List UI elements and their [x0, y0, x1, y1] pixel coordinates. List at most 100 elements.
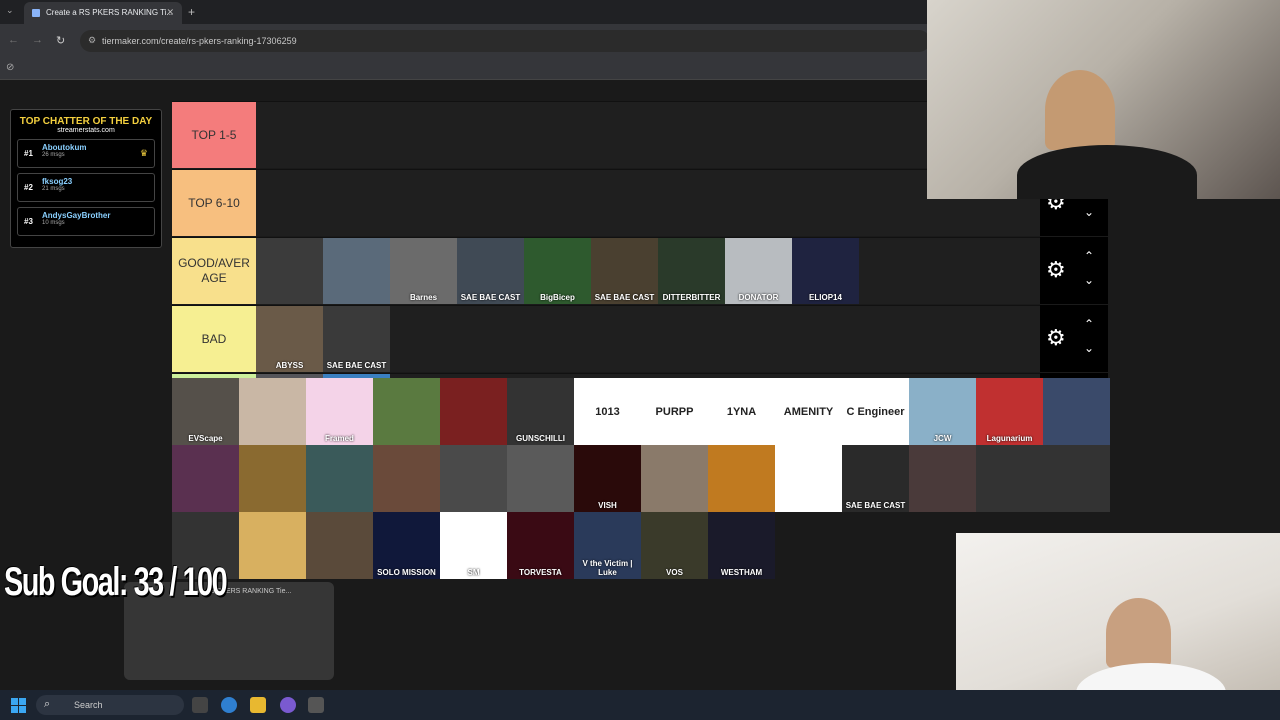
taskbar: ⌕ Search [0, 690, 1280, 720]
reload-icon[interactable]: ↻ [56, 34, 65, 47]
pool-item-thumbnail[interactable] [775, 445, 842, 512]
tier-item-thumbnail[interactable] [323, 238, 390, 304]
pool-item-thumbnail[interactable] [306, 512, 373, 579]
tier-item-thumbnail[interactable]: DITTERBITTER [658, 238, 725, 304]
pool-item-thumbnail[interactable] [239, 512, 306, 579]
gear-icon[interactable]: ⚙ [1046, 257, 1066, 283]
pool-text-item[interactable]: C Engineer [842, 378, 909, 445]
pool-item-thumbnail[interactable] [440, 445, 507, 512]
pool-item-thumbnail[interactable]: TORVESTA [507, 512, 574, 579]
pool-item-thumbnail[interactable] [1043, 445, 1110, 512]
forward-icon[interactable]: → [32, 34, 43, 46]
pool-text-item[interactable]: AMENITY [775, 378, 842, 445]
tier-label[interactable]: TOP 6-10 [172, 170, 256, 236]
top-chatter-widget: TOP CHATTER OF THE DAY streamerstats.com… [10, 109, 162, 248]
tier-label[interactable]: TOP 1-5 [172, 102, 256, 168]
pool-item-thumbnail[interactable] [507, 445, 574, 512]
extension-icon[interactable]: ⊘ [6, 62, 14, 73]
pool-item-thumbnail[interactable] [976, 445, 1043, 512]
tab-title: Create a RS PKERS RANKING Ti... [46, 8, 174, 17]
pool-item-thumbnail[interactable] [1043, 378, 1110, 445]
pool-item-thumbnail[interactable] [239, 378, 306, 445]
pool-item-thumbnail[interactable]: VOS [641, 512, 708, 579]
address-bar[interactable]: ⚙ tiermaker.com/create/rs-pkers-ranking-… [80, 30, 930, 52]
pool-item-thumbnail[interactable]: Lagunarium [976, 378, 1043, 445]
tier-item-thumbnail[interactable]: SAE BAE CAST [591, 238, 658, 304]
tier-label[interactable]: GOOD/AVER AGE [172, 238, 256, 304]
chatter-msgs: 21 msgs [42, 186, 65, 192]
chatter-name: fksog23 [42, 177, 73, 186]
thumbnail-caption: EVScape [188, 434, 223, 443]
favicon-icon [32, 9, 40, 17]
pool-item-thumbnail[interactable] [440, 378, 507, 445]
chatter-rank: #2 [24, 183, 33, 192]
app-icon[interactable] [308, 697, 324, 713]
pool-item-thumbnail[interactable]: WESTHAM [708, 512, 775, 579]
site-info-icon[interactable]: ⚙ [88, 35, 96, 46]
chatter-msgs: 10 msgs [42, 220, 65, 226]
tier-item-thumbnail[interactable]: SAE BAE CAST [323, 306, 390, 372]
pool-item-thumbnail[interactable]: V the Victim | Luke [574, 512, 641, 579]
chevron-up-icon[interactable]: ⌃ [1084, 249, 1094, 263]
thumbnail-caption: GUNSCHILLI [516, 434, 565, 443]
pool-text-item[interactable]: 1013 [574, 378, 641, 445]
taskbar-search-placeholder: Search [74, 700, 103, 710]
crown-icon: ♛ [139, 148, 148, 158]
tier-row: TOP 6-10 [172, 169, 1040, 236]
pool-item-thumbnail[interactable] [172, 445, 239, 512]
pool-item-thumbnail[interactable]: SM [440, 512, 507, 579]
tier-label[interactable]: BAD [172, 306, 256, 372]
pool-item-thumbnail[interactable] [239, 445, 306, 512]
thumbnail-caption: BigBicep [540, 293, 575, 302]
pool-item-thumbnail[interactable] [909, 445, 976, 512]
chevron-down-icon[interactable]: ⌄ [1084, 273, 1094, 287]
tier-item-thumbnail[interactable]: SAE BAE CAST [457, 238, 524, 304]
pool-item-thumbnail[interactable] [708, 445, 775, 512]
tier-item-thumbnail[interactable]: Barnes [390, 238, 457, 304]
close-tab-icon[interactable]: ✕ [166, 7, 174, 18]
browser-tab[interactable]: Create a RS PKERS RANKING Ti... ✕ [24, 2, 182, 24]
pool-text-item[interactable]: 1YNA [708, 378, 775, 445]
tier-item-thumbnail[interactable]: BigBicep [524, 238, 591, 304]
thumbnail-caption: SAE BAE CAST [845, 501, 906, 510]
pool-item-thumbnail[interactable] [306, 445, 373, 512]
pool-item-thumbnail[interactable] [373, 445, 440, 512]
chatter-title: TOP CHATTER OF THE DAY [19, 116, 153, 127]
thumbnail-caption: ELIOP14 [809, 293, 842, 302]
search-icon: ⌕ [44, 698, 51, 710]
pool-item-thumbnail[interactable]: EVScape [172, 378, 239, 445]
chatter-msgs: 26 msgs [42, 152, 65, 158]
tab-search-icon[interactable]: ⌄ [6, 5, 14, 16]
thumbnail-caption: Barnes [409, 293, 438, 302]
back-icon[interactable]: ← [8, 34, 19, 46]
windows-start-icon[interactable] [11, 698, 26, 713]
tier-item-thumbnail[interactable]: DONATOR [725, 238, 792, 304]
pool-item-thumbnail[interactable]: JCW [909, 378, 976, 445]
discord-icon[interactable] [280, 697, 296, 713]
pool-item-thumbnail[interactable]: VISH [574, 445, 641, 512]
chevron-down-icon[interactable]: ⌄ [1084, 205, 1094, 219]
taskbar-search[interactable]: ⌕ Search [36, 695, 184, 715]
tier-item-thumbnail[interactable] [256, 238, 323, 304]
task-view-icon[interactable] [192, 697, 208, 713]
tier-item-thumbnail[interactable]: ABYSS [256, 306, 323, 372]
pool-item-thumbnail[interactable]: SOLO MISSION [373, 512, 440, 579]
tier-row: BAD ABYSS SAE BAE CAST [172, 305, 1040, 372]
pool-item-thumbnail[interactable]: Framed [306, 378, 373, 445]
file-explorer-icon[interactable] [250, 697, 266, 713]
pool-item-thumbnail[interactable] [373, 378, 440, 445]
gear-icon[interactable]: ⚙ [1046, 325, 1066, 351]
thumbnail-caption: Lagunarium [986, 434, 1033, 443]
chrome-icon[interactable] [221, 697, 237, 713]
pool-item-thumbnail[interactable] [641, 445, 708, 512]
new-tab-icon[interactable]: + [188, 5, 195, 19]
tier-item-thumbnail[interactable]: ELIOP14 [792, 238, 859, 304]
thumbnail-caption: VISH [598, 501, 617, 510]
thumbnail-caption: Framed [325, 434, 354, 443]
pool-item-thumbnail[interactable]: SAE BAE CAST [842, 445, 909, 512]
pool-item-thumbnail[interactable]: GUNSCHILLI [507, 378, 574, 445]
sub-goal-overlay: Sub Goal: 33 / 100 [4, 560, 228, 604]
chevron-down-icon[interactable]: ⌄ [1084, 341, 1094, 355]
chevron-up-icon[interactable]: ⌃ [1084, 317, 1094, 331]
pool-text-item[interactable]: PURPP [641, 378, 708, 445]
